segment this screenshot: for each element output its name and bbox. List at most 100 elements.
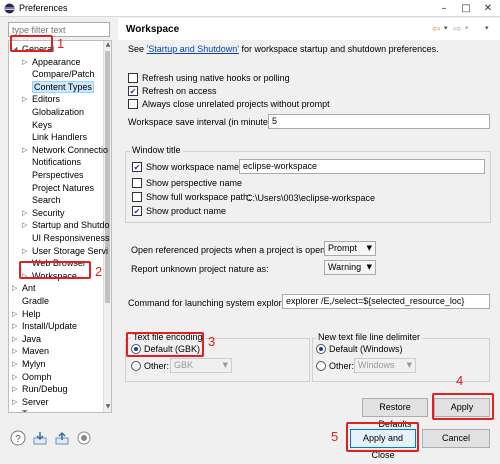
- collapsed-arrow-icon[interactable]: ▷: [22, 207, 27, 219]
- collapsed-arrow-icon[interactable]: ▷: [12, 358, 17, 370]
- tree-item[interactable]: ▷ Java: [12, 333, 41, 345]
- tree-item[interactable]: ▷ Editors: [22, 93, 60, 105]
- explorer-command-input[interactable]: explorer /E,/select=${selected_resource_…: [282, 294, 490, 309]
- export-icon[interactable]: [54, 430, 70, 446]
- cancel-button[interactable]: Cancel: [422, 429, 490, 448]
- collapsed-arrow-icon[interactable]: ▷: [22, 245, 27, 257]
- close-button[interactable]: ✕: [478, 2, 498, 15]
- tree-item[interactable]: ▷ Ant: [12, 282, 36, 294]
- preference-tree[interactable]: ▲ ▼ ◢ General ▷ Appearance Compare/Patch Cont…: [8, 40, 112, 413]
- tree-item[interactable]: ▷ User Storage Servi: [22, 245, 108, 257]
- tree-item[interactable]: Globalization: [22, 106, 84, 118]
- back-menu-icon[interactable]: ▾: [444, 24, 448, 32]
- restore-defaults-button[interactable]: Restore Defaults: [362, 398, 428, 429]
- tree-item[interactable]: UI Responsiveness: [22, 232, 110, 244]
- refresh-access-checkbox[interactable]: ✔ Refresh on access: [128, 86, 217, 96]
- tree-item[interactable]: Content Types: [22, 80, 94, 93]
- delimiter-other-radio[interactable]: Other:: [316, 361, 354, 371]
- encoding-other-select[interactable]: GBK ▼: [170, 358, 232, 373]
- tree-item-label: Help: [22, 308, 41, 319]
- tree-item[interactable]: Link Handlers: [22, 131, 87, 143]
- show-full-path-checkbox[interactable]: Show full workspace path:: [132, 192, 251, 202]
- tree-item[interactable]: Compare/Patch: [22, 68, 95, 80]
- tree-item[interactable]: Notifications: [22, 156, 81, 168]
- tree-item[interactable]: Gradle: [12, 295, 49, 307]
- always-close-checkbox[interactable]: Always close unrelated projects without …: [128, 99, 330, 109]
- tree-item[interactable]: ▷ Help: [12, 308, 41, 320]
- tree-item[interactable]: ▷ Maven: [12, 345, 49, 357]
- collapsed-arrow-icon[interactable]: ▷: [22, 144, 27, 156]
- checkbox-icon: [128, 73, 138, 83]
- show-product-label: Show product name: [146, 206, 227, 216]
- open-referenced-select[interactable]: Prompt ▼: [324, 241, 376, 256]
- tree-item[interactable]: ▷ Security: [22, 207, 65, 219]
- annotation-box-3: [126, 332, 204, 357]
- minimize-button[interactable]: –: [434, 2, 454, 15]
- radio-icon: [131, 361, 141, 371]
- collapsed-arrow-icon[interactable]: ▷: [22, 56, 27, 68]
- title-bar: Preferences – □ ✕: [0, 0, 500, 17]
- encoding-other-radio[interactable]: Other:: [131, 361, 169, 371]
- tree-item-label: Server: [22, 396, 49, 407]
- show-workspace-name-checkbox[interactable]: ✔ Show workspace name:: [132, 162, 242, 172]
- tree-item[interactable]: Project Natures: [22, 182, 94, 194]
- back-icon[interactable]: ⇦: [432, 24, 440, 35]
- tree-item-label: Run/Debug: [22, 384, 68, 395]
- help-icon[interactable]: ?: [10, 430, 26, 446]
- delimiter-default-label: Default (Windows): [329, 344, 403, 354]
- collapsed-arrow-icon[interactable]: ▷: [12, 320, 17, 332]
- scroll-up-icon[interactable]: ▲: [104, 41, 111, 50]
- collapsed-arrow-icon[interactable]: ▷: [12, 408, 17, 412]
- unknown-nature-label: Report unknown project nature as:: [131, 264, 269, 274]
- save-interval-input[interactable]: 5: [268, 114, 490, 129]
- unknown-nature-select[interactable]: Warning ▼: [324, 260, 376, 275]
- svg-text:?: ?: [15, 434, 21, 445]
- import-icon[interactable]: [32, 430, 48, 446]
- view-menu-icon[interactable]: ▾: [485, 24, 489, 32]
- full-path-value: C:\Users\003\eclipse-workspace: [246, 193, 376, 203]
- collapsed-arrow-icon[interactable]: ▷: [12, 308, 17, 320]
- startup-shutdown-link[interactable]: 'Startup and Shutdown': [147, 44, 240, 54]
- delimiter-default-radio[interactable]: Default (Windows): [316, 344, 403, 354]
- tree-item-label: Link Handlers: [32, 132, 88, 143]
- collapsed-arrow-icon[interactable]: ▷: [12, 396, 17, 408]
- forward-menu-icon[interactable]: ▾: [465, 24, 469, 32]
- window-title: Preferences: [19, 3, 68, 13]
- checkbox-checked-icon: ✔: [132, 206, 142, 216]
- show-perspective-checkbox[interactable]: Show perspective name: [132, 178, 242, 188]
- tree-item[interactable]: ▷ Run/Debug: [12, 383, 68, 395]
- delimiter-other-select[interactable]: Windows ▼: [354, 358, 416, 373]
- refresh-native-checkbox[interactable]: Refresh using native hooks or polling: [128, 73, 290, 83]
- collapsed-arrow-icon[interactable]: ▷: [12, 333, 17, 345]
- collapsed-arrow-icon[interactable]: ▷: [12, 383, 17, 395]
- tree-item[interactable]: ▷ Appearance: [22, 56, 81, 68]
- show-workspace-name-label: Show workspace name:: [146, 162, 242, 172]
- collapsed-arrow-icon[interactable]: ▷: [22, 219, 27, 231]
- collapsed-arrow-icon[interactable]: ▷: [12, 345, 17, 357]
- forward-icon[interactable]: ⇨: [453, 24, 461, 35]
- tree-item-label: Keys: [32, 119, 53, 130]
- tree-item[interactable]: ▷ Mylyn: [12, 358, 46, 370]
- tree-item[interactable]: Search: [22, 194, 61, 206]
- tree-item-label: UI Responsiveness: [32, 233, 110, 243]
- tree-item[interactable]: ▷ Server: [12, 396, 49, 408]
- record-icon[interactable]: [76, 430, 92, 446]
- collapsed-arrow-icon[interactable]: ▷: [22, 93, 27, 105]
- tree-item[interactable]: Keys: [22, 119, 52, 131]
- tree-item[interactable]: Perspectives: [22, 169, 84, 181]
- show-product-checkbox[interactable]: ✔ Show product name: [132, 206, 226, 216]
- tree-item[interactable]: ▷ Install/Update: [12, 320, 77, 332]
- tree-item[interactable]: ▷ Network Connectio: [22, 144, 108, 156]
- maximize-button[interactable]: □: [456, 2, 476, 15]
- tree-item-label: Install/Update: [22, 321, 78, 332]
- annotation-number-5: 5: [331, 429, 339, 444]
- tree-item[interactable]: ▷ Oomph: [12, 371, 52, 383]
- workspace-name-input[interactable]: eclipse-workspace: [239, 159, 485, 174]
- tree-item-label: Globalization: [32, 107, 85, 117]
- collapsed-arrow-icon[interactable]: ▷: [12, 282, 17, 294]
- collapsed-arrow-icon[interactable]: ▷: [12, 371, 17, 383]
- tree-item[interactable]: ▷ Team: [12, 408, 44, 412]
- tree-item[interactable]: ▷ Startup and Shutdo: [22, 219, 110, 231]
- scroll-thumb[interactable]: [105, 51, 110, 303]
- scroll-down-icon[interactable]: ▼: [104, 403, 111, 412]
